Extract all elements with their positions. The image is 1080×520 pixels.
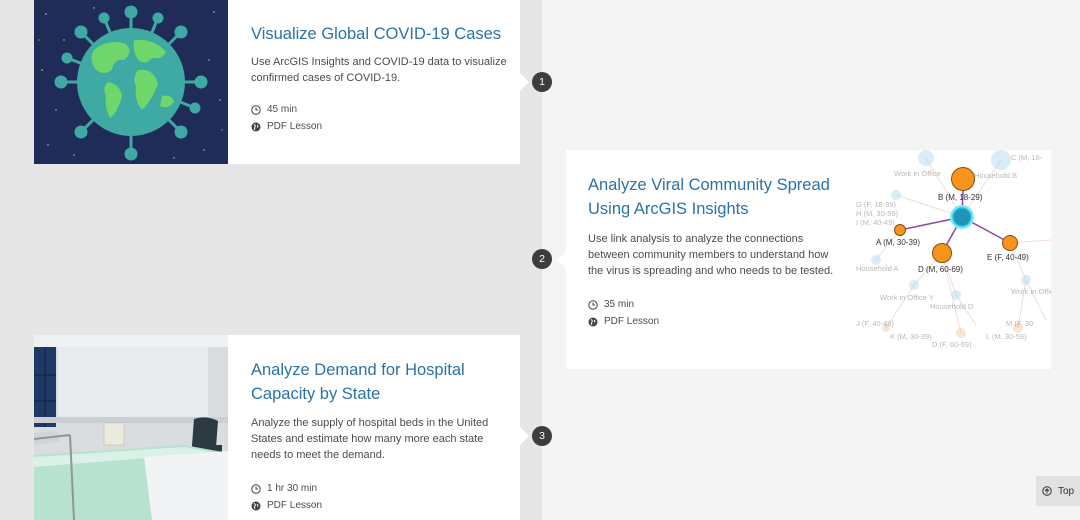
clock-icon bbox=[251, 483, 261, 494]
graph-label-j: J (F, 40-49) bbox=[856, 319, 894, 328]
clock-icon bbox=[588, 299, 598, 310]
lesson-1-thumbnail bbox=[34, 0, 228, 164]
arrow-up-circle-icon bbox=[1042, 486, 1052, 496]
lesson-3-number-badge: 3 bbox=[532, 426, 552, 446]
graph-label-h: H (M, 30-59) bbox=[856, 209, 899, 218]
graph-label-household-a: Household A bbox=[856, 264, 899, 273]
lesson-1-format-text: PDF Lesson bbox=[267, 121, 323, 132]
lesson-1-duration-text: 45 min bbox=[267, 104, 298, 115]
lesson-card-2[interactable]: Analyze Viral Community Spread Using Arc… bbox=[557, 150, 1051, 369]
graph-label-i: I (M, 40-49) bbox=[856, 218, 895, 227]
globe-icon bbox=[251, 501, 261, 511]
lesson-3-duration-text: 1 hr 30 min bbox=[267, 483, 318, 494]
graph-label-k: K (M, 30-39) bbox=[890, 332, 932, 341]
lesson-card-3[interactable]: Analyze Demand for Hospital Capacity by … bbox=[34, 335, 520, 520]
lesson-3-thumbnail bbox=[34, 335, 228, 520]
lesson-2-description: Use link analysis to analyze the connect… bbox=[588, 233, 834, 277]
graph-label-d: D (M, 60-69) bbox=[918, 265, 963, 274]
globe-icon bbox=[251, 122, 261, 132]
back-to-top-button[interactable]: Top bbox=[1036, 476, 1080, 506]
lesson-3-format-text: PDF Lesson bbox=[267, 500, 323, 511]
lesson-3-duration: 1 hr 30 min bbox=[251, 480, 511, 497]
graph-label-d2: D (F, 60-69) bbox=[932, 340, 972, 349]
graph-label-e: E (F, 40-49) bbox=[987, 253, 1029, 262]
lesson-1-format: PDF Lesson bbox=[251, 118, 511, 135]
back-to-top-label: Top bbox=[1057, 485, 1075, 497]
graph-label-m: M (F, 30 bbox=[1006, 319, 1033, 328]
graph-label-c: C (M, 18- bbox=[1011, 153, 1043, 162]
lesson-1-pointer bbox=[520, 73, 529, 91]
lesson-2-duration: 35 min bbox=[588, 296, 838, 313]
graph-label-work-office-2: Work in Office bbox=[1011, 287, 1051, 296]
lesson-3-description: Analyze the supply of hospital beds in t… bbox=[251, 417, 489, 461]
lesson-1-number-badge: 1 bbox=[532, 72, 552, 92]
lesson-3-pointer bbox=[520, 427, 529, 445]
lesson-2-link-graph: Work in Office Household B C (M, 18- G (… bbox=[856, 150, 1051, 369]
graph-label-work-office: Work in Office bbox=[894, 169, 941, 178]
graph-label-g: G (F, 18-39) bbox=[856, 200, 897, 209]
lesson-3-format: PDF Lesson bbox=[251, 497, 511, 514]
graph-label-work-office-y: Work in Office Y bbox=[880, 293, 934, 302]
graph-label-a: A (M, 30-39) bbox=[876, 238, 920, 247]
lesson-1-description: Use ArcGIS Insights and COVID-19 data to… bbox=[251, 56, 507, 84]
lesson-2-title[interactable]: Analyze Viral Community Spread Using Arc… bbox=[588, 173, 838, 221]
lesson-3-title[interactable]: Analyze Demand for Hospital Capacity by … bbox=[251, 358, 511, 406]
lesson-1-duration: 45 min bbox=[251, 101, 511, 118]
graph-label-household-b: Household B bbox=[974, 171, 1017, 180]
lesson-2-format: PDF Lesson bbox=[588, 313, 838, 330]
graph-label-l: L (M, 30-59) bbox=[986, 332, 1027, 341]
lesson-2-number-badge: 2 bbox=[532, 249, 552, 269]
graph-label-b: B (M, 18-29) bbox=[938, 193, 983, 202]
lesson-2-pointer bbox=[557, 251, 566, 269]
lesson-card-1[interactable]: Visualize Global COVID-19 Cases Use ArcG… bbox=[34, 0, 520, 164]
graph-label-household-d: Household D bbox=[930, 302, 974, 311]
lesson-2-format-text: PDF Lesson bbox=[604, 316, 660, 327]
clock-icon bbox=[251, 104, 261, 115]
globe-icon bbox=[588, 317, 598, 327]
lesson-1-title[interactable]: Visualize Global COVID-19 Cases bbox=[251, 22, 511, 46]
lesson-2-duration-text: 35 min bbox=[604, 299, 635, 310]
